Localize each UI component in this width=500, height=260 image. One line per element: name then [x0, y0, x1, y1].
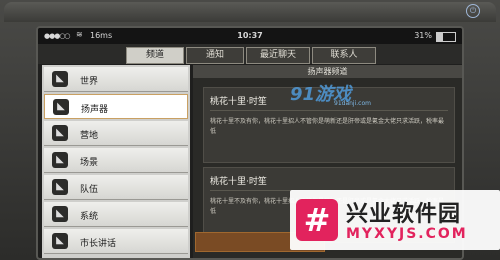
- sidebar-item-label: 营地: [80, 131, 99, 141]
- tab-channel[interactable]: 频道: [126, 47, 184, 64]
- watermark-91-url: 91danji.com: [334, 100, 371, 107]
- watermark-site-name: 兴业软件园: [346, 202, 462, 227]
- sidebar-item-system[interactable]: ◣ 系统: [44, 202, 188, 227]
- sidebar-item-camp[interactable]: ◣ 营地: [44, 121, 188, 146]
- clock: 10:37: [237, 31, 263, 40]
- sidebar-item-label: 队伍: [80, 185, 99, 195]
- message-sender: 桃花十里·时笙: [210, 177, 267, 187]
- sidebar-item-label: 世界: [80, 77, 99, 87]
- sidebar-item-scene[interactable]: ◣ 场景: [44, 148, 188, 173]
- power-icon[interactable]: ⏻: [466, 4, 480, 18]
- megaphone-icon: ◣: [52, 71, 68, 87]
- sidebar-item-label: 市长讲话: [80, 239, 117, 249]
- divider: [210, 110, 448, 111]
- tab-contacts[interactable]: 联系人: [312, 47, 376, 64]
- hash-logo-icon: #: [296, 199, 338, 241]
- battery-percent: 31%: [414, 31, 432, 40]
- sidebar-item-world[interactable]: ◣ 世界: [44, 67, 188, 92]
- status-bar: ●●●○○ ≋ 16ms 10:37 31%: [38, 28, 462, 44]
- channel-sidebar: ◣ 世界 ◣ 扬声器 ◣ 营地 ◣ 场景 ◣ 队伍 ◣ 系统 ◣ 市长讲话: [42, 65, 190, 258]
- battery-icon: [436, 32, 456, 42]
- megaphone-icon: ◣: [53, 99, 69, 115]
- sidebar-item-speaker[interactable]: ◣ 扬声器: [44, 94, 188, 119]
- tab-recent-chats[interactable]: 最近聊天: [246, 47, 310, 64]
- watermark-xyjs: # 兴业软件园 MYXYJS.COM: [290, 190, 500, 250]
- sidebar-item-label: 场景: [80, 158, 99, 168]
- megaphone-icon: ◣: [52, 152, 68, 168]
- sidebar-item-label: 系统: [80, 212, 99, 222]
- tab-notifications[interactable]: 通知: [186, 47, 244, 64]
- watermark-site-url: MYXYJS.COM: [346, 226, 468, 242]
- message-text: 桃花十里不及有你，桃花十里招人不管你是萌新还是肝帝或是氪金大佬只求活跃，税率最低: [210, 118, 445, 135]
- message-sender: 桃花十里·时笙: [210, 97, 267, 107]
- tab-bar: 频道 通知 最近聊天 联系人: [38, 44, 462, 64]
- sidebar-item-mayor-speech[interactable]: ◣ 市长讲话: [44, 229, 188, 254]
- sidebar-item-label: 扬声器: [81, 105, 109, 115]
- channel-title: 扬声器频道: [193, 65, 462, 78]
- megaphone-icon: ◣: [52, 125, 68, 141]
- megaphone-icon: ◣: [52, 179, 68, 195]
- megaphone-icon: ◣: [52, 206, 68, 222]
- megaphone-icon: ◣: [52, 233, 68, 249]
- sidebar-item-team[interactable]: ◣ 队伍: [44, 175, 188, 200]
